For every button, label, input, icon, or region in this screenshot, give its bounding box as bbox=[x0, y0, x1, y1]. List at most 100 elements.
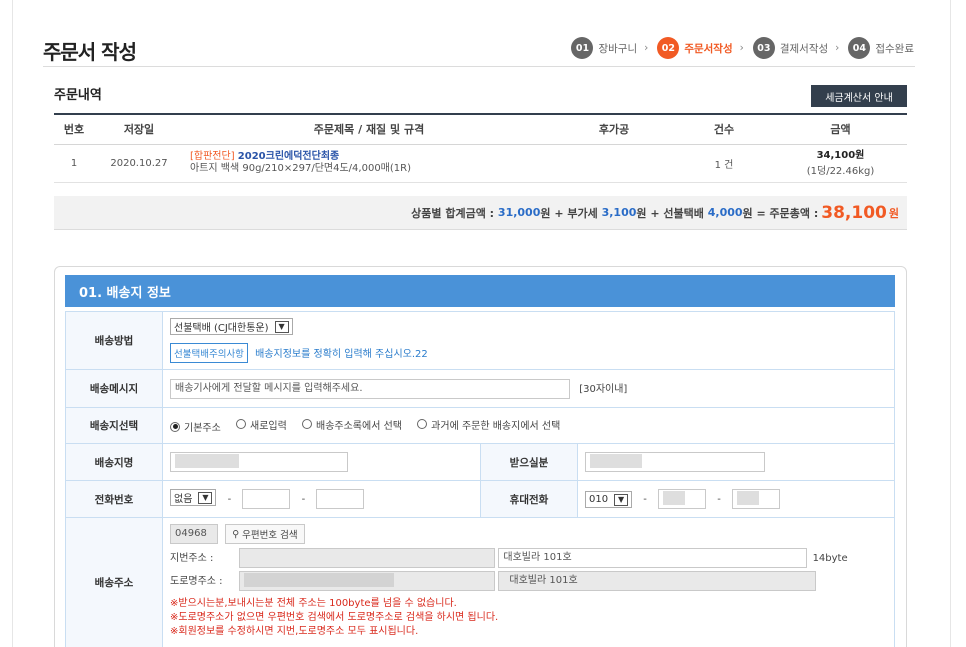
summary-won: 원 bbox=[742, 206, 753, 220]
radio-icon bbox=[236, 419, 246, 430]
table-row: 1 2020.10.27 [합판전단] 2020크린에덕전단최종 아트지 백색 … bbox=[54, 144, 907, 183]
row-count: 1 건 bbox=[674, 144, 774, 183]
shipping-name-input[interactable] bbox=[170, 452, 348, 472]
mobile-prefix-value: 010 bbox=[589, 494, 609, 505]
product-title-link[interactable]: 2020크린에덕전단최종 bbox=[238, 151, 339, 162]
phone-middle-input[interactable] bbox=[242, 489, 291, 509]
row-subject: [합판전단] 2020크린에덕전단최종 아트지 백색 90g/210×297/단… bbox=[184, 144, 554, 183]
col-count: 건수 bbox=[674, 113, 774, 145]
jibun-label: 지번주소 : bbox=[170, 553, 214, 564]
order-steps: 01 장바구니 › 02 주문서작성 › 03 결제서작성 › 04 접수완료 bbox=[571, 37, 914, 59]
step-1-label: 장바구니 bbox=[598, 42, 638, 55]
radio-icon bbox=[417, 419, 428, 430]
summary-goods-label: 상품별 합계금액 : bbox=[411, 206, 495, 220]
radio-icon bbox=[302, 419, 312, 430]
address-warning-2: ※도로명주소가 없으면 우편번호 검색에서 도로명주소로 검색을 하시면 됩니다… bbox=[170, 612, 499, 623]
road-detail-input[interactable]: 대호빌라 101호 bbox=[498, 571, 817, 591]
row-number: 1 bbox=[54, 144, 94, 183]
step-1-number: 01 bbox=[571, 37, 594, 59]
title-divider bbox=[43, 66, 915, 67]
radio-label: 새로입력 bbox=[250, 420, 287, 432]
radio-default-address[interactable]: 기본주소 bbox=[170, 419, 221, 434]
dash: - bbox=[717, 494, 721, 505]
radio-address-book[interactable]: 배송주소록에서 선택 bbox=[302, 417, 402, 432]
row-phone: 전화번호 없음 ▼ - - 휴대전화 010 ▼ - - bbox=[65, 480, 895, 518]
dash: - bbox=[227, 494, 232, 505]
address-label: 배송주소 bbox=[65, 517, 163, 647]
row-method: 배송방법 선불택배 (CJ대한통운) ▼ 선불택배주의사항 배송지정보를 정확히… bbox=[65, 311, 895, 370]
message-label: 배송메시지 bbox=[65, 369, 163, 408]
name-label: 배송지명 bbox=[65, 443, 163, 481]
method-label: 배송방법 bbox=[65, 311, 163, 370]
shipping-caution-button[interactable]: 선불택배주의사항 bbox=[170, 343, 248, 363]
address-select-label: 배송지선택 bbox=[65, 407, 163, 444]
mobile-label: 휴대전화 bbox=[480, 480, 578, 518]
summary-ship-label: + 선불택배 bbox=[650, 206, 704, 220]
radio-new-address[interactable]: 새로입력 bbox=[236, 417, 287, 432]
row-amount: 34,100원 (1덩/22.46kg) bbox=[774, 144, 907, 183]
receiver-input[interactable] bbox=[585, 452, 765, 472]
shipping-method-value: 선불택배 (CJ대한통운) bbox=[174, 323, 269, 334]
redacted-value bbox=[590, 454, 642, 468]
mobile-last-input[interactable] bbox=[732, 489, 781, 509]
phone-prefix-select[interactable]: 없음 ▼ bbox=[170, 489, 217, 506]
jibun-address-input[interactable] bbox=[239, 548, 496, 568]
dash: - bbox=[301, 494, 306, 505]
step-4-label: 접수완료 bbox=[875, 42, 914, 55]
summary-ship-value: 4,000 bbox=[707, 206, 743, 219]
postcode-search-button[interactable]: ⚲ 우편번호 검색 bbox=[225, 524, 305, 544]
row-address-select: 배송지선택 기본주소 새로입력 배송주소록에서 선택 과거에 주문한 배송지에서… bbox=[65, 407, 895, 444]
radio-label: 배송주소록에서 선택 bbox=[316, 420, 402, 432]
amount-weight: (1덩/22.46kg) bbox=[806, 165, 875, 177]
postcode-input[interactable]: 04968 bbox=[170, 524, 218, 544]
mobile-prefix-select[interactable]: 010 ▼ bbox=[585, 491, 633, 508]
redacted-value bbox=[244, 573, 395, 587]
row-message: 배송메시지 배송기사에게 전달할 메시지를 입력해주세요. [30자이내] bbox=[65, 369, 895, 408]
col-postprocess: 후가공 bbox=[554, 113, 674, 145]
product-spec: 아트지 백색 90g/210×297/단면4도/4,000매(1R) bbox=[190, 163, 411, 174]
summary-total-won: 원 bbox=[888, 206, 899, 220]
tax-invoice-button[interactable]: 세금계산서 안내 bbox=[811, 85, 907, 107]
row-postprocess bbox=[554, 144, 674, 183]
phone-label: 전화번호 bbox=[65, 480, 163, 518]
order-table-header: 번호 저장일 주문제목 / 재질 및 규격 후가공 건수 금액 bbox=[54, 113, 907, 145]
step-4-number: 04 bbox=[848, 37, 871, 59]
phone-prefix-value: 없음 bbox=[174, 494, 193, 505]
chevron-down-icon: ▼ bbox=[198, 491, 213, 504]
summary-won: 원 bbox=[636, 206, 647, 220]
byte-count: 14byte bbox=[812, 553, 848, 564]
shipping-method-select[interactable]: 선불택배 (CJ대한통운) ▼ bbox=[170, 318, 293, 335]
summary-total-label: = 주문총액 : bbox=[756, 206, 819, 220]
detail-address-input[interactable]: 대호빌라 101호 bbox=[498, 548, 808, 568]
radio-label: 기본주소 bbox=[184, 423, 221, 435]
road-address-input[interactable] bbox=[239, 571, 496, 591]
radio-past-address[interactable]: 과거에 주문한 배송지에서 선택 bbox=[417, 417, 560, 432]
postcode-button-label: 우편번호 검색 bbox=[242, 530, 298, 541]
chevron-right-icon: › bbox=[739, 42, 744, 54]
row-date: 2020.10.27 bbox=[94, 144, 184, 183]
chevron-right-icon: › bbox=[644, 42, 649, 54]
page-title: 주문서 작성 bbox=[43, 40, 137, 64]
amount-value: 34,100원 bbox=[816, 149, 865, 161]
summary-total-value: 38,100 bbox=[821, 202, 887, 223]
summary-vat-label: + 부가세 bbox=[554, 206, 598, 220]
radio-label: 과거에 주문한 배송지에서 선택 bbox=[431, 420, 561, 432]
message-limit: [30자이내] bbox=[579, 383, 628, 395]
col-subject: 주문제목 / 재질 및 규격 bbox=[184, 113, 554, 145]
search-icon: ⚲ bbox=[232, 528, 240, 540]
shipping-section-title: 01. 배송지 정보 bbox=[65, 275, 895, 307]
receiver-label: 받으실분 bbox=[480, 443, 578, 481]
mobile-middle-input[interactable] bbox=[658, 489, 707, 509]
col-date: 저장일 bbox=[94, 113, 184, 145]
col-number: 번호 bbox=[54, 113, 94, 145]
order-section-title: 주문내역 bbox=[54, 88, 102, 103]
product-tag: [합판전단] bbox=[190, 151, 235, 162]
radio-checked-icon bbox=[170, 421, 180, 432]
step-2-label: 주문서작성 bbox=[684, 42, 733, 55]
step-3-label: 결제서작성 bbox=[779, 42, 829, 55]
phone-last-input[interactable] bbox=[316, 489, 365, 509]
step-3-number: 03 bbox=[752, 37, 775, 59]
message-input[interactable]: 배송기사에게 전달할 메시지를 입력해주세요. bbox=[170, 378, 570, 399]
address-warning-3: ※회원정보를 수정하시면 지번,도로명주소 모두 표시됩니다. bbox=[170, 626, 419, 637]
road-label: 도로명주소 : bbox=[170, 576, 223, 587]
